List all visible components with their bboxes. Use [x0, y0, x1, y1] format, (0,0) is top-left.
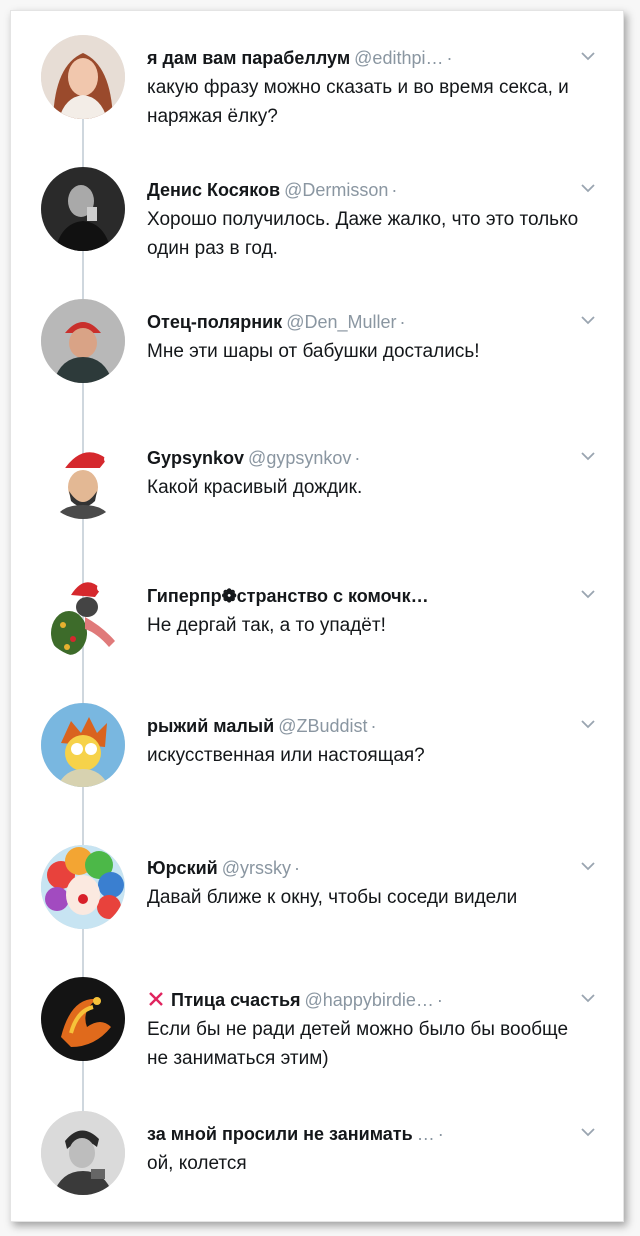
- avatar[interactable]: [41, 703, 125, 787]
- tweet-header: Птица счастья @happybirdie… ·: [147, 989, 573, 1011]
- tweet-text: Мне эти шары от бабушки достались!: [147, 341, 480, 362]
- user-handle[interactable]: @Dermisson: [284, 180, 388, 200]
- user-name[interactable]: Птица счастья: [171, 990, 301, 1010]
- tweet-header: я дам вам парабеллум @edithpi… ·: [147, 47, 573, 69]
- avatar[interactable]: [41, 977, 125, 1061]
- tweet-text: Хорошо получилось. Даже жалко, что это т…: [147, 209, 579, 259]
- tweet[interactable]: Gypsynkov @gypsynkov · Какой красивый дожд…: [11, 435, 623, 555]
- tweet-text: Если бы не ради детей можно было бы вооб…: [147, 1019, 569, 1069]
- chevron-down-icon[interactable]: [579, 447, 597, 465]
- separator-dot: ·: [399, 312, 406, 332]
- chevron-down-icon[interactable]: [579, 311, 597, 329]
- separator-dot: ·: [294, 858, 300, 878]
- separator-dot: ·: [436, 990, 443, 1010]
- chevron-down-icon[interactable]: [579, 47, 597, 65]
- user-handle[interactable]: @ZBuddist: [278, 716, 367, 736]
- chevron-down-icon[interactable]: [579, 989, 597, 1007]
- chevron-down-icon[interactable]: [579, 715, 597, 733]
- tweet-text: какую фразу можно сказать и во время сек…: [147, 77, 569, 127]
- tweet-thread: я дам вам парабеллум @edithpi… · какую фра…: [10, 10, 624, 1222]
- user-handle[interactable]: @Den_Muller: [286, 312, 396, 332]
- user-handle[interactable]: @yrssky: [222, 858, 291, 878]
- separator-dot: ·: [370, 716, 377, 736]
- tweet-header: Юрский @yrssky ·: [147, 857, 573, 879]
- avatar[interactable]: [41, 299, 125, 383]
- separator-dot: ·: [354, 448, 361, 468]
- avatar[interactable]: [41, 1111, 125, 1195]
- tweet-header: Отец-полярник @Den_Muller ·: [147, 311, 573, 333]
- separator-dot: ·: [446, 48, 453, 68]
- avatar[interactable]: [41, 435, 125, 519]
- tweet[interactable]: рыжий малый @ZBuddist · искусственная или …: [11, 703, 623, 823]
- user-handle[interactable]: @gypsynkov: [248, 448, 351, 468]
- chevron-down-icon[interactable]: [579, 179, 597, 197]
- tweet[interactable]: за мной просили не занимать… · ой, колетс…: [11, 1111, 623, 1221]
- avatar[interactable]: [41, 167, 125, 251]
- tweet-header: рыжий малый @ZBuddist ·: [147, 715, 573, 737]
- tweet-header: за мной просили не занимать… ·: [147, 1123, 573, 1145]
- chevron-down-icon[interactable]: [579, 585, 597, 603]
- avatar[interactable]: [41, 573, 125, 657]
- user-name[interactable]: Gypsynkov: [147, 448, 244, 468]
- tweet[interactable]: Отец-полярник @Den_Muller · Мне эти шары о…: [11, 299, 623, 419]
- user-name[interactable]: Отец-полярник: [147, 312, 282, 332]
- user-name[interactable]: Гиперпр❁странство с комочк…: [147, 586, 429, 606]
- tweet[interactable]: я дам вам парабеллум @edithpi… · какую фра…: [11, 35, 623, 155]
- tweet-header: Gypsynkov @gypsynkov ·: [147, 447, 573, 469]
- tweet-text: Какой красивый дождик.: [147, 477, 363, 498]
- chevron-down-icon[interactable]: [579, 1123, 597, 1141]
- user-name[interactable]: я дам вам парабеллум: [147, 48, 350, 68]
- tweet-text: ой, колется: [147, 1153, 247, 1174]
- tweet-text: Не дергай так, а то упадёт!: [147, 615, 386, 636]
- avatar[interactable]: [41, 845, 125, 929]
- avatar[interactable]: [41, 35, 125, 119]
- tweet[interactable]: Денис Косяков @Dermisson · Хорошо получило…: [11, 167, 623, 287]
- tweet-text: Давай ближе к окну, чтобы соседи видели: [147, 887, 518, 908]
- user-name[interactable]: Юрский: [147, 858, 218, 878]
- red-x-icon: [149, 992, 163, 1006]
- tweet-header: Денис Косяков @Dermisson ·: [147, 179, 573, 201]
- user-handle[interactable]: …: [417, 1124, 435, 1144]
- tweet[interactable]: Птица счастья @happybirdie… · Если бы не р…: [11, 977, 623, 1097]
- chevron-down-icon[interactable]: [579, 857, 597, 875]
- tweet[interactable]: Юрский @yrssky · Давай ближе к окну, чтобы…: [11, 845, 623, 965]
- tweet-header: Гиперпр❁странство с комочк…: [147, 585, 573, 607]
- user-handle[interactable]: @edithpi…: [354, 48, 443, 68]
- tweet[interactable]: Гиперпр❁странство с комочк… Не дергай та…: [11, 573, 623, 693]
- user-name[interactable]: Денис Косяков: [147, 180, 280, 200]
- user-name[interactable]: рыжий малый: [147, 716, 274, 736]
- user-name[interactable]: за мной просили не занимать: [147, 1124, 413, 1144]
- separator-dot: ·: [437, 1124, 444, 1144]
- tweet-text: искусственная или настоящая?: [147, 745, 425, 766]
- user-handle[interactable]: @happybirdie…: [305, 990, 434, 1010]
- separator-dot: ·: [391, 180, 398, 200]
